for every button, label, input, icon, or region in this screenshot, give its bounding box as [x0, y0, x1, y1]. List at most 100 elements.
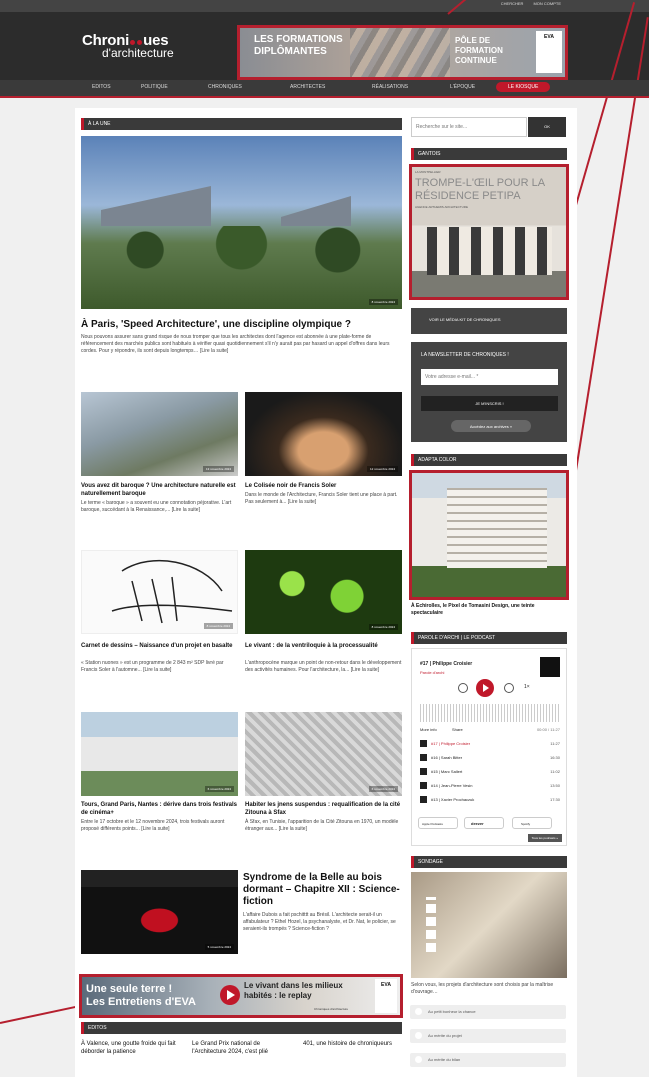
nav-politique[interactable]: POLITIQUE	[141, 84, 168, 90]
play-icon[interactable]	[220, 985, 240, 1005]
nav-kiosque[interactable]: LE KIOSQUE	[496, 82, 551, 92]
entretiens-title: Une seule terre !	[86, 983, 173, 995]
poll-option[interactable]: Au petit bonheur la chance	[410, 1005, 566, 1019]
article-excerpt: L'anthropocène marque un point de non-re…	[245, 660, 402, 673]
nav-epoque[interactable]: L'ÉPOQUE	[450, 84, 475, 90]
banner-image	[350, 28, 450, 77]
track-item[interactable]: #17 | Philippe Croisier 11:27	[420, 739, 560, 748]
rewind-icon[interactable]	[458, 683, 468, 693]
poll-option[interactable]: Au mérite du bilan	[410, 1053, 566, 1067]
article-excerpt: Le terme « baroque » a souvent eu une co…	[81, 500, 232, 513]
track-name: #14 | Jean-Pierre Vesin	[431, 783, 473, 788]
section-sondage: SONDAGE	[411, 856, 567, 868]
article-excerpt: Dans le monde de l'Architecture, Francis…	[245, 492, 398, 505]
feature-title[interactable]: À Paris, 'Speed Architecture', une disci…	[81, 319, 402, 330]
nav-architectes[interactable]: ARCHITECTES	[290, 84, 325, 90]
article-title[interactable]: Carnet de dessins – Naissance d'un proje…	[81, 642, 238, 650]
article-image[interactable]: 13 novembre 2024	[81, 392, 238, 476]
track-time: 11:02	[550, 769, 560, 774]
track-time: 17:30	[549, 797, 560, 802]
all-podcasts-button[interactable]: Tous les podcasts »	[527, 834, 562, 842]
feature-excerpt: Nous pouvons assurer sans grand risque d…	[81, 334, 390, 354]
play-icon[interactable]	[476, 679, 494, 697]
article-date: 6 novembre 2024	[204, 786, 234, 792]
article-image[interactable]: 5 novembre 2024	[81, 870, 238, 954]
track-item[interactable]: #15 | Marc Sallert 11:02	[420, 767, 560, 776]
article-title[interactable]: Le Colisée noir de Francis Soler	[245, 482, 402, 490]
newsletter-title: LA NEWSLETTER DE CHRONIQUES !	[421, 352, 509, 358]
syndrome-title[interactable]: Syndrome de la Belle au bois dormant – C…	[243, 872, 403, 908]
article-date: 8 novembre 2024	[203, 623, 233, 629]
track-item[interactable]: #14 | Jean-Pierre Vesin 13:50	[420, 781, 560, 790]
track-item[interactable]: #16 | Sarah Bitter 16:30	[420, 753, 560, 762]
spotify-button[interactable]: Spotify	[512, 817, 552, 829]
nav-chroniques[interactable]: CHRONIQUES	[208, 84, 242, 90]
ad-title: TROMPE-L'ŒIL POUR LA RÉSIDENCE PETIPA	[415, 177, 545, 202]
waveform[interactable]	[420, 704, 560, 722]
site-header: Chroni ues d'architecture LES FORMATIONS …	[0, 12, 649, 80]
archives-button[interactable]: Accédez aux archives »	[451, 420, 531, 432]
edito-item[interactable]: À Valence, une goutte froide qui fait dé…	[81, 1040, 181, 1056]
chroniques-mini: Chroniques d'architecture	[314, 1007, 349, 1011]
feature-date: 8 novembre 2024	[368, 299, 398, 305]
nav-realisations[interactable]: RÉALISATIONS	[372, 84, 408, 90]
gantois-ad[interactable]: LA MONTPELLIER TROMPE-L'ŒIL POUR LA RÉSI…	[409, 164, 569, 300]
page: CHERCHER MON COMPTE Chroni ues d'architec…	[0, 0, 649, 1077]
poll-option[interactable]: Au mérite du projet	[410, 1029, 566, 1043]
ad-building	[447, 488, 547, 568]
entretiens-subtitle: Les Entretiens d'EVA	[86, 996, 196, 1008]
forward-icon[interactable]	[504, 683, 514, 693]
ad-sub: AGENCE ARTHEMIS ARCHITECTURE	[415, 205, 468, 209]
track-time: 11:27	[550, 741, 560, 746]
more-info-link[interactable]: More info	[420, 727, 437, 732]
article-image[interactable]: 12 novembre 2024	[245, 392, 402, 476]
article-title[interactable]: Vous avez dit baroque ? Une architecture…	[81, 482, 238, 498]
article-excerpt: « Station nuones » est un programme de 2…	[81, 660, 224, 673]
share-link[interactable]: Share	[452, 727, 463, 732]
search-link[interactable]: CHERCHER	[501, 1, 524, 6]
speed-button[interactable]: 1×	[524, 684, 530, 690]
logo-dot	[130, 40, 136, 45]
newsletter-box: LA NEWSLETTER DE CHRONIQUES ! JE M'INSCR…	[411, 342, 567, 442]
deezer-button[interactable]: deezer	[464, 817, 504, 829]
article-title[interactable]: Habiter les jnens suspendus : requalific…	[245, 801, 402, 817]
article-title[interactable]: Le vivant : de la ventriloquie à la proc…	[245, 642, 402, 650]
section-gantois: GANTOIS	[411, 148, 567, 160]
newsletter-email-input[interactable]	[421, 369, 558, 385]
site-logo[interactable]: Chroni ues d'architecture	[82, 32, 174, 60]
edito-item[interactable]: Le Grand Prix national de l'Architecture…	[192, 1040, 292, 1056]
article-title[interactable]: Tours, Grand Paris, Nantes : dérive dans…	[81, 801, 238, 817]
nav-editos[interactable]: EDITOS	[92, 84, 111, 90]
article-image[interactable]: 8 novembre 2024	[81, 550, 238, 634]
media-kit-button[interactable]: VOIR LE MÉDIA KIT DE CHRONIQUES	[411, 308, 567, 334]
article-date: 5 novembre 2024	[204, 944, 234, 950]
article-date: 13 novembre 2024	[202, 466, 234, 472]
track-time: 13:50	[549, 783, 560, 788]
edito-item[interactable]: 401, une histoire de chroniqueurs	[303, 1040, 403, 1048]
track-time: 16:30	[549, 755, 560, 760]
article-image[interactable]: 6 novembre 2024	[245, 712, 402, 796]
section-podcast: PAROLE D'ARCHI | LE PODCAST	[411, 632, 567, 644]
media-kit-label: VOIR LE MÉDIA KIT DE CHRONIQUES	[429, 317, 501, 322]
article-excerpt: Entre le 17 octobre et le 12 novembre 20…	[81, 819, 225, 832]
article-image[interactable]: 8 novembre 2024	[245, 550, 402, 634]
track-name: #16 | Sarah Bitter	[431, 755, 463, 760]
entretiens-banner[interactable]: Une seule terre ! Les Entretiens d'EVA L…	[79, 974, 403, 1018]
adapta-ad[interactable]	[409, 470, 569, 600]
article-image[interactable]: 6 novembre 2024	[81, 712, 238, 796]
search-button[interactable]: OK	[528, 117, 566, 137]
formation-banner[interactable]: LES FORMATIONS DIPLÔMANTES PÔLE DE FORMA…	[237, 25, 568, 80]
track-item[interactable]: #13 | Xavier Prochaczuk 17:30	[420, 795, 560, 804]
podcast-player: #17 | Philippe Croisier Parole d'archi 1…	[411, 648, 567, 846]
annotation-line	[0, 1003, 87, 1024]
sketch-drawing	[111, 559, 233, 624]
subscribe-button[interactable]: JE M'INSCRIS !	[421, 396, 558, 411]
apple-podcasts-button[interactable]: Apple Podcasts	[418, 817, 458, 829]
feature-image[interactable]: 8 novembre 2024	[81, 136, 402, 309]
adapta-caption[interactable]: À Echirolles, le Pixel de Tomasini Desig…	[411, 603, 567, 617]
account-link[interactable]: MON COMPTE	[533, 1, 561, 6]
show-name[interactable]: Parole d'archi	[420, 670, 444, 675]
article-date: 12 novembre 2024	[366, 466, 398, 472]
poll-question: Selon vous, les projets d'architecture s…	[411, 982, 554, 995]
search-input[interactable]	[411, 117, 527, 137]
